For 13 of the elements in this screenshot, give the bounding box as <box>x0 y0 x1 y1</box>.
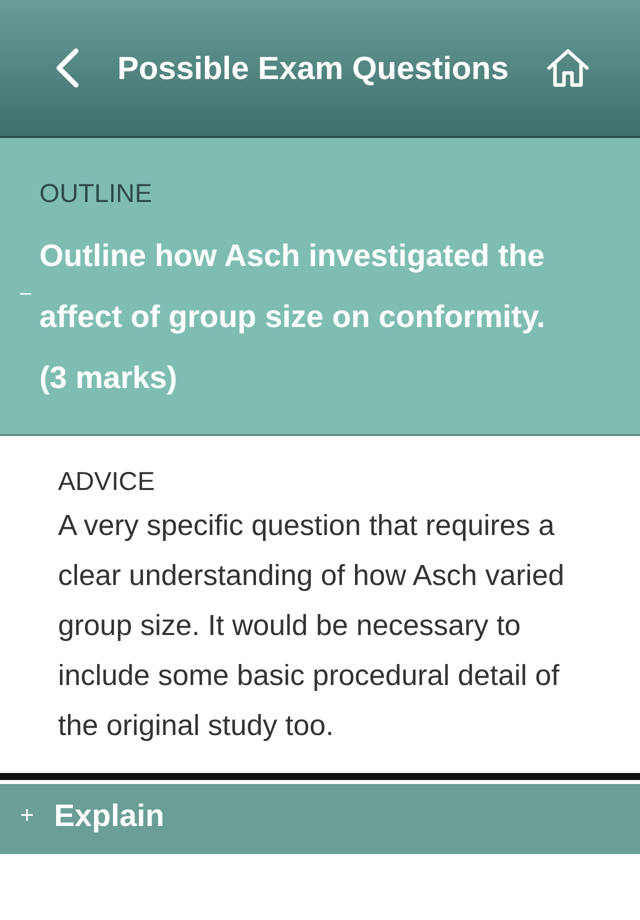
chevron-left-icon <box>54 48 80 88</box>
toggle-sign: + <box>20 802 36 830</box>
question-text: Outline how Asch investigated the affect of group size on conformity. <box>39 237 546 336</box>
advice-text: A very specific question that requires a clear understanding of how Asch varied group size. It would be necessary to include some basic procedural detail of the original study too. <box>58 509 566 744</box>
advice-label: ADVICE <box>58 466 156 497</box>
question-category: OUTLINE <box>39 178 154 209</box>
question-text: Explain <box>54 798 164 834</box>
question-panel[interactable]: – OUTLINE Outline how Asch investigated the affect of group size on conformity. (3 marks) <box>0 138 640 436</box>
screen-title: Possible Exam Questions <box>117 50 509 86</box>
home-icon <box>546 48 590 88</box>
marks-label: (3 marks) <box>39 359 178 397</box>
toggle-sign: – <box>20 282 32 304</box>
question-row[interactable]: + Explain <box>0 784 640 854</box>
